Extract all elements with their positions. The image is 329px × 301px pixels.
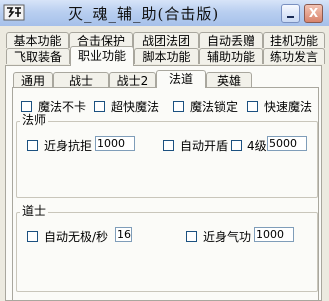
option-label: 4级	[247, 139, 267, 153]
tab-general[interactable]: 通用	[13, 72, 53, 88]
option-label: 近身抗拒	[44, 139, 93, 153]
tab-guild-team[interactable]: 战团法团	[133, 32, 199, 48]
tab-mage-taoist[interactable]: 法道	[156, 70, 206, 88]
close-button[interactable]: X	[304, 4, 323, 23]
mage-group	[16, 121, 318, 198]
option-label: 超快魔法	[111, 100, 160, 114]
option-auto-invisible[interactable]: 自动无极/秒	[27, 228, 108, 245]
option-quick-magic[interactable]: 快速魔法	[247, 98, 312, 115]
level4-input[interactable]: 5000	[267, 136, 307, 151]
tab-script-functions[interactable]: 脚本功能	[134, 48, 199, 64]
checkbox[interactable]	[94, 101, 105, 112]
app-logo-icon	[3, 4, 25, 21]
near-resist-input[interactable]: 1000	[95, 136, 135, 151]
option-label: 自动无极/秒	[44, 230, 109, 244]
checkbox[interactable]	[173, 101, 184, 112]
checkbox[interactable]	[231, 140, 242, 151]
taoist-group-title: 道士	[20, 204, 49, 218]
option-label: 快速魔法	[264, 100, 313, 114]
tab-basic-functions[interactable]: 基本功能	[6, 32, 69, 48]
tab-afk-functions[interactable]: 挂机功能	[263, 32, 325, 48]
option-magic-lock[interactable]: 魔法锁定	[173, 98, 238, 115]
option-label: 自动开盾	[180, 139, 229, 153]
checkbox[interactable]	[27, 140, 38, 151]
taoist-group	[16, 212, 318, 292]
window-title: 灭_魂_辅_助(合击版)	[68, 5, 220, 23]
option-label: 魔法锁定	[190, 100, 239, 114]
mage-group-title: 法师	[20, 113, 49, 127]
tab-auto-drop[interactable]: 自动丢赠	[199, 32, 263, 48]
minimize-button[interactable]	[281, 4, 300, 23]
near-qigong-input[interactable]: 1000	[254, 227, 294, 242]
checkbox[interactable]	[186, 231, 197, 242]
app-window: 灭_魂_辅_助(合击版) X 基本功能 合击保护 战团法团 自动丢赠 挂机功能 …	[0, 0, 329, 301]
checkbox[interactable]	[247, 101, 258, 112]
checkbox[interactable]	[21, 101, 32, 112]
option-label: 近身气功	[203, 230, 252, 244]
auto-invisible-input[interactable]: 16	[115, 227, 132, 242]
option-super-fast-magic[interactable]: 超快魔法	[94, 98, 159, 115]
title-bar[interactable]: 灭_魂_辅_助(合击版) X	[0, 0, 329, 26]
tab-warrior[interactable]: 战士	[53, 72, 109, 88]
tab-class-functions[interactable]: 职业功能	[70, 46, 134, 66]
option-near-resist[interactable]: 近身抗拒	[27, 137, 92, 154]
checkbox[interactable]	[27, 231, 38, 242]
option-auto-shield[interactable]: 自动开盾	[163, 137, 228, 154]
tab-training-chat[interactable]: 练功发言	[263, 48, 325, 64]
tab-fly-equip[interactable]: 飞取装备	[6, 48, 70, 64]
tab-warrior2[interactable]: 战士2	[109, 72, 156, 88]
checkbox[interactable]	[163, 140, 174, 151]
tab-assist-functions[interactable]: 辅助功能	[199, 48, 263, 64]
option-level4[interactable]: 4级	[231, 137, 267, 154]
tab-hero[interactable]: 英雄	[206, 72, 252, 88]
minimize-icon	[287, 16, 294, 18]
option-near-qigong[interactable]: 近身气功	[186, 228, 251, 245]
